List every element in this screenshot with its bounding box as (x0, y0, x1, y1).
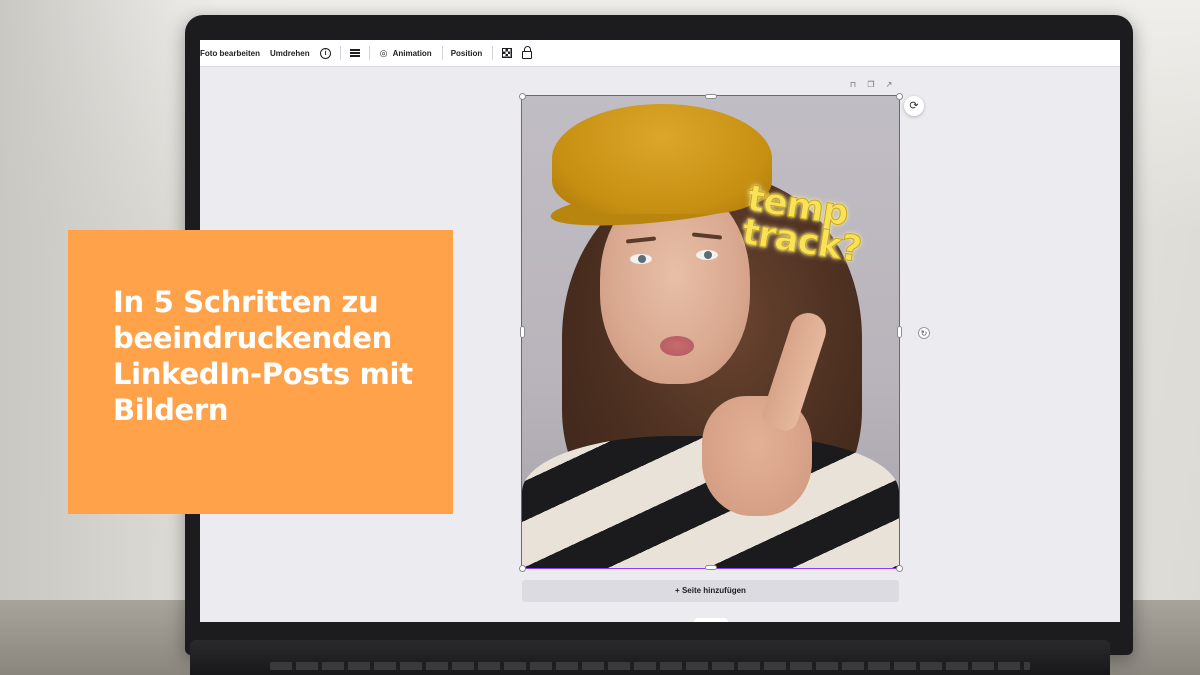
rotate-icon[interactable]: ↻ (918, 327, 930, 339)
share-icon[interactable]: ↗ (884, 80, 894, 90)
editor-toolbar: Foto bearbeiten Umdrehen i ◎ Animation P… (200, 40, 1120, 67)
lock-icon[interactable] (521, 46, 533, 59)
resize-handle-top[interactable] (705, 94, 717, 99)
headline-card: In 5 Schritten zu beeindruckenden Linked… (68, 230, 453, 514)
animation-icon[interactable]: ◎ (378, 47, 390, 59)
info-icon[interactable]: i (320, 47, 332, 59)
headline-text: In 5 Schritten zu beeindruckenden Linked… (113, 285, 413, 427)
resize-handle-top-left[interactable] (519, 93, 526, 100)
edit-photo-button[interactable]: Foto bearbeiten (200, 49, 260, 58)
photo-eye (696, 250, 718, 260)
menu-icon[interactable] (349, 47, 361, 59)
element-quick-actions: ⊓ ❐ ↗ (848, 80, 894, 90)
scroll-indicator[interactable] (694, 618, 728, 622)
animation-button[interactable]: Animation (393, 49, 432, 58)
photo-cap (552, 104, 772, 214)
duplicate-icon[interactable]: ❐ (866, 80, 876, 90)
refresh-icon[interactable]: ⟳ (904, 96, 924, 116)
transparency-icon[interactable] (501, 47, 513, 59)
add-page-button[interactable]: + Seite hinzufügen (522, 580, 899, 602)
lock-small-icon[interactable]: ⊓ (848, 80, 858, 90)
toolbar-divider (368, 46, 370, 60)
resize-handle-bottom-right[interactable] (896, 565, 903, 572)
toolbar-divider (339, 46, 341, 60)
keyboard-keys (270, 662, 1030, 670)
photo-brow (625, 236, 657, 244)
toolbar-divider (492, 46, 494, 60)
resize-handle-bottom-left[interactable] (519, 565, 526, 572)
resize-handle-bottom[interactable] (705, 565, 717, 570)
selected-photo[interactable]: temp track? (521, 95, 900, 569)
resize-handle-top-right[interactable] (896, 93, 903, 100)
photo-eye (630, 254, 652, 264)
toolbar-divider (441, 46, 443, 60)
resize-handle-right[interactable] (897, 326, 902, 338)
position-button[interactable]: Position (451, 49, 483, 58)
photo-brow (691, 232, 723, 240)
resize-handle-left[interactable] (520, 326, 525, 338)
laptop-keyboard (190, 640, 1110, 675)
flip-button[interactable]: Umdrehen (270, 49, 310, 58)
photo-lips (660, 336, 694, 356)
